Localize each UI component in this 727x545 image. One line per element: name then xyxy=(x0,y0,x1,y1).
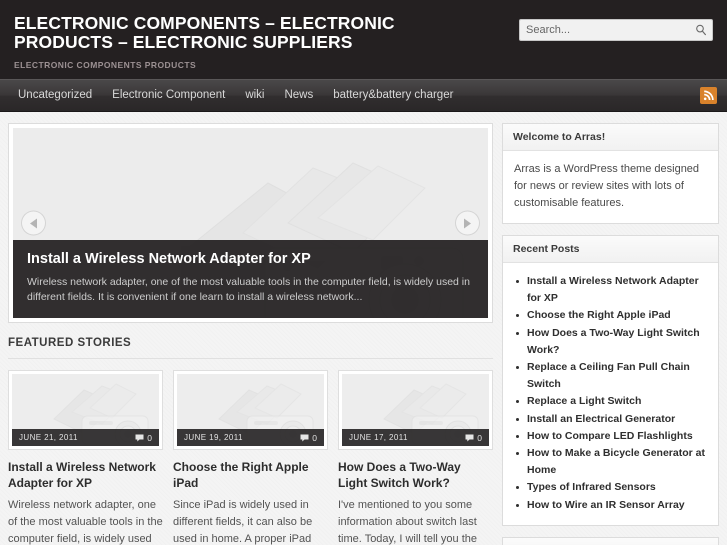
nav-item-news[interactable]: News xyxy=(274,80,323,111)
story-comment-count[interactable]: 0 xyxy=(465,433,482,443)
recent-post-item[interactable]: Install an Electrical Generator xyxy=(514,411,707,428)
story-comment-count[interactable]: 0 xyxy=(300,433,317,443)
story-comment-number: 0 xyxy=(477,432,482,443)
recent-post-item[interactable]: Install a Wireless Network Adapter for X… xyxy=(514,273,707,307)
comment-bubble-icon xyxy=(135,434,144,441)
search-submit-button[interactable] xyxy=(690,20,712,40)
widget-body: Arras is a WordPress theme designed for … xyxy=(503,151,718,223)
recent-post-item[interactable]: How to Wire an IR Sensor Array xyxy=(514,497,707,514)
recent-post-item[interactable]: Replace a Light Switch xyxy=(514,393,707,410)
story-title[interactable]: How Does a Two-Way Light Switch Work? xyxy=(338,459,493,491)
rss-feed-button[interactable] xyxy=(700,87,717,104)
story-meta: JUNE 21, 2011 0 xyxy=(12,429,159,446)
sidebar: Welcome to Arras! Arras is a WordPress t… xyxy=(502,123,719,545)
site-title[interactable]: ELECTRONIC COMPONENTS – ELECTRONIC PRODU… xyxy=(14,14,434,52)
widget-body: Install a Wireless Network Adapter for X… xyxy=(503,263,718,525)
story-thumbnail: JUNE 21, 2011 0 xyxy=(12,374,159,446)
story-thumbnail-frame[interactable]: JUNE 19, 2011 0 xyxy=(173,370,328,450)
featured-stories-grid: JUNE 21, 2011 0 Install a Wireless Netwo… xyxy=(8,370,493,545)
story-meta: JUNE 19, 2011 0 xyxy=(177,429,324,446)
chevron-right-icon xyxy=(464,218,471,228)
recent-post-item[interactable]: How Does a Two-Way Light Switch Work? xyxy=(514,325,707,359)
widget-welcome: Welcome to Arras! Arras is a WordPress t… xyxy=(502,123,719,224)
widget-recent-posts: Recent Posts Install a Wireless Network … xyxy=(502,235,719,526)
story-title[interactable]: Install a Wireless Network Adapter for X… xyxy=(8,459,163,491)
search-form xyxy=(519,19,713,41)
welcome-text: Arras is a WordPress theme designed for … xyxy=(514,163,700,209)
story-comment-count[interactable]: 0 xyxy=(135,433,152,443)
page-content: Install a Wireless Network Adapter for X… xyxy=(0,112,727,545)
widget-title: Recent Posts xyxy=(503,236,718,263)
story-card: JUNE 19, 2011 0 Choose the Right Apple i… xyxy=(173,370,328,545)
main-content-column: Install a Wireless Network Adapter for X… xyxy=(8,123,493,545)
story-excerpt: Since iPad is widely used in different f… xyxy=(173,499,313,545)
slide-excerpt: Wireless network adapter, one of the mos… xyxy=(27,276,470,303)
story-thumbnail-frame[interactable]: JUNE 21, 2011 0 xyxy=(8,370,163,450)
story-card: JUNE 21, 2011 0 Install a Wireless Netwo… xyxy=(8,370,163,545)
story-date: JUNE 19, 2011 xyxy=(184,433,243,442)
story-excerpt: I've mentioned to you some information a… xyxy=(338,499,477,545)
search-input[interactable] xyxy=(520,20,690,40)
slide-title[interactable]: Install a Wireless Network Adapter for X… xyxy=(27,251,474,267)
widget-title: Welcome to Arras! xyxy=(503,124,718,151)
story-comment-number: 0 xyxy=(147,432,152,443)
featured-stories-heading: FEATURED STORIES xyxy=(8,337,493,359)
nav-item-wiki[interactable]: wiki xyxy=(235,80,274,111)
rss-icon xyxy=(703,90,714,101)
story-thumbnail-frame[interactable]: JUNE 17, 2011 0 xyxy=(338,370,493,450)
widget-tag-cloud: Tag Cloud Apple battery battery charger … xyxy=(502,536,719,545)
slider-stage: Install a Wireless Network Adapter for X… xyxy=(13,128,488,318)
site-tagline: ELECTRONIC COMPONENTS PRODUCTS xyxy=(14,60,197,70)
recent-posts-list: Install a Wireless Network Adapter for X… xyxy=(514,273,707,514)
nav-item-uncategorized[interactable]: Uncategorized xyxy=(8,80,102,111)
slider-prev-button[interactable] xyxy=(21,210,46,236)
story-excerpt: Wireless network adapter, one of the mos… xyxy=(8,499,163,545)
nav-item-battery-battery-charger[interactable]: battery&battery charger xyxy=(323,80,463,111)
featured-slider: Install a Wireless Network Adapter for X… xyxy=(8,123,493,323)
widget-title: Tag Cloud xyxy=(503,537,718,545)
primary-navigation: Uncategorized Electronic Component wiki … xyxy=(0,79,727,112)
recent-post-item[interactable]: Types of Infrared Sensors xyxy=(514,479,707,496)
story-date: JUNE 21, 2011 xyxy=(19,433,78,442)
story-meta: JUNE 17, 2011 0 xyxy=(342,429,489,446)
site-header: ELECTRONIC COMPONENTS – ELECTRONIC PRODU… xyxy=(0,0,727,79)
slider-next-button[interactable] xyxy=(455,210,480,236)
nav-item-electronic-component[interactable]: Electronic Component xyxy=(102,80,235,111)
story-date: JUNE 17, 2011 xyxy=(349,433,408,442)
slide-caption: Install a Wireless Network Adapter for X… xyxy=(13,240,488,318)
search-icon xyxy=(696,24,706,36)
story-card: JUNE 17, 2011 0 How Does a Two-Way Light… xyxy=(338,370,493,545)
chevron-left-icon xyxy=(30,218,37,228)
recent-post-item[interactable]: How to Compare LED Flashlights xyxy=(514,428,707,445)
recent-post-item[interactable]: Replace a Ceiling Fan Pull Chain Switch xyxy=(514,359,707,393)
recent-post-item[interactable]: Choose the Right Apple iPad xyxy=(514,307,707,324)
site-branding: ELECTRONIC COMPONENTS – ELECTRONIC PRODU… xyxy=(14,14,434,71)
story-comment-number: 0 xyxy=(312,432,317,443)
recent-post-item[interactable]: How to Make a Bicycle Generator at Home xyxy=(514,445,707,479)
story-thumbnail: JUNE 19, 2011 0 xyxy=(177,374,324,446)
story-title[interactable]: Choose the Right Apple iPad xyxy=(173,459,328,491)
comment-bubble-icon xyxy=(300,434,309,441)
story-thumbnail: JUNE 17, 2011 0 xyxy=(342,374,489,446)
comment-bubble-icon xyxy=(465,434,474,441)
